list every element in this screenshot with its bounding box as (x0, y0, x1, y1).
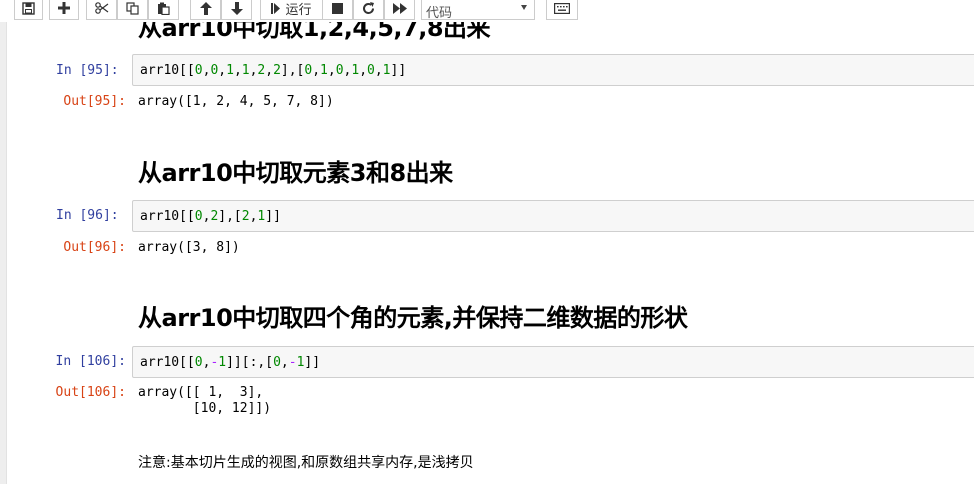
code-cell-106-input[interactable]: arr10[[0,-1]][:,[0,-1]] (132, 346, 974, 378)
markdown-heading-3-and-8: 从arr10中切取元素3和8出来 (138, 159, 453, 187)
code-cell-95-output: array([1, 2, 4, 5, 7, 8]) (138, 94, 334, 109)
save-icon (22, 1, 35, 15)
code-cell-95-input[interactable]: arr10[[0,0,1,1,2,2],[0,1,0,1,0,1]] (132, 54, 974, 86)
output-prompt-96: Out[96]: (63, 240, 126, 255)
chevron-down-icon (521, 5, 527, 10)
restart-run-all-button[interactable] (384, 0, 415, 20)
step-forward-icon (271, 2, 281, 14)
output-prompt-106: Out[106]: (55, 385, 126, 400)
input-prompt-96: In [96]: (56, 208, 119, 223)
notebook-toolbar: 运行 代码 (0, 0, 974, 22)
code-cell-106-source[interactable]: arr10[[0,-1]][:,[0,-1]] (140, 355, 320, 370)
input-prompt-95: In [95]: (56, 63, 119, 78)
code-cell-96-input[interactable]: arr10[[0,2],[2,1]] (132, 200, 974, 232)
run-button-label: 运行 (285, 2, 312, 18)
scissors-icon (94, 2, 108, 14)
restart-button[interactable] (353, 0, 384, 20)
interrupt-button[interactable] (322, 0, 353, 20)
code-cell-106-output: array([[ 1, 3], [10, 12]]) (138, 385, 271, 417)
insert-cell-button[interactable] (49, 0, 79, 20)
copy-icon (126, 1, 139, 15)
notebook-left-edge (0, 0, 7, 484)
cell-type-value: 代码 (426, 6, 453, 21)
keyboard-icon (554, 2, 570, 14)
code-cell-96-source[interactable]: arr10[[0,2],[2,1]] (140, 209, 281, 224)
command-palette-button[interactable] (546, 0, 578, 20)
save-button[interactable] (14, 0, 43, 20)
fast-forward-icon (392, 2, 407, 14)
arrow-up-icon (199, 1, 212, 15)
paste-button[interactable] (148, 0, 179, 20)
output-prompt-95: Out[95]: (63, 94, 126, 109)
markdown-note: 注意:基本切片生成的视图,和原数组共享内存,是浅拷贝 (138, 455, 474, 471)
plus-icon (58, 2, 70, 14)
code-cell-96-output: array([3, 8]) (138, 240, 240, 255)
cut-button[interactable] (86, 0, 117, 20)
jupyter-notebook-page: 从arr10中切取1,2,4,5,7,8出来 In [95]: arr10[[0… (0, 0, 974, 484)
code-cell-95-source[interactable]: arr10[[0,0,1,1,2,2],[0,1,0,1,0,1]] (140, 63, 406, 78)
input-prompt-106: In [106]: (55, 354, 126, 369)
copy-button[interactable] (117, 0, 148, 20)
move-up-button[interactable] (190, 0, 221, 20)
cell-type-select[interactable]: 代码 (421, 0, 535, 21)
output-106-line-2: [10, 12]]) (138, 401, 272, 416)
move-down-button[interactable] (221, 0, 252, 20)
output-106-line-1: array([[ 1, 3], (138, 385, 264, 400)
paste-icon (158, 2, 170, 15)
run-button[interactable]: 运行 (260, 0, 323, 20)
arrow-down-icon (230, 1, 243, 15)
markdown-heading-corners: 从arr10中切取四个角的元素,并保持二维数据的形状 (138, 304, 688, 332)
stop-icon (332, 2, 343, 14)
notebook-container: 从arr10中切取1,2,4,5,7,8出来 In [95]: arr10[[0… (0, 0, 974, 484)
refresh-icon (363, 1, 374, 14)
